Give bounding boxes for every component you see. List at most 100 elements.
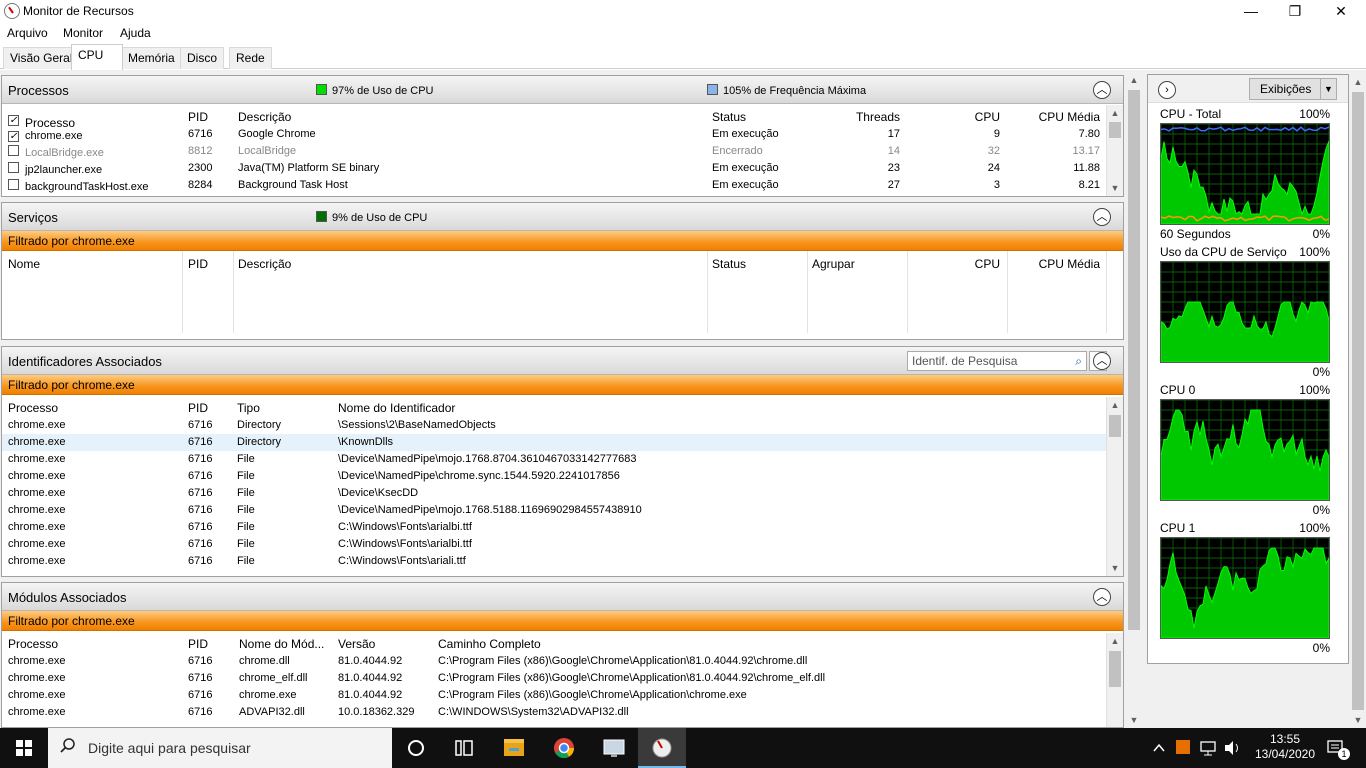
column-processo[interactable]: Processo bbox=[8, 637, 58, 651]
close-button[interactable]: ✕ bbox=[1318, 0, 1364, 22]
modules-header[interactable]: Módulos Associados ︿ bbox=[2, 583, 1123, 611]
minimize-button[interactable]: — bbox=[1228, 0, 1274, 22]
network-icon[interactable] bbox=[1198, 728, 1218, 768]
scroll-thumb[interactable] bbox=[1352, 92, 1364, 710]
task-view-icon[interactable] bbox=[440, 728, 488, 768]
menu-arquivo[interactable]: Arquivo bbox=[7, 26, 48, 40]
process-row[interactable]: backgroundTaskHost.exe 8284 Background Tas… bbox=[2, 177, 1123, 194]
tab-memoria[interactable]: Memória bbox=[121, 47, 182, 69]
maximize-button[interactable]: ❐ bbox=[1272, 0, 1318, 22]
handle-row[interactable]: chrome.exe 6716 File C:\Windows\Fonts\arial… bbox=[2, 519, 1123, 536]
handle-row[interactable]: chrome.exe 6716 Directory \KnownDlls bbox=[2, 434, 1123, 451]
cortana-icon[interactable] bbox=[392, 728, 440, 768]
module-row[interactable]: chrome.exe 6716 chrome.exe 81.0.4044.92 C:\P… bbox=[2, 687, 1123, 704]
column-cpu-media[interactable]: CPU Média bbox=[1008, 257, 1100, 271]
process-row[interactable]: jp2launcher.exe 2300 Java(TM) Platform SE … bbox=[2, 160, 1123, 177]
handle-row[interactable]: chrome.exe 6716 File \Device\KsecDD bbox=[2, 485, 1123, 502]
scroll-down-icon[interactable]: ▼ bbox=[1107, 180, 1123, 196]
tab-rede[interactable]: Rede bbox=[229, 47, 272, 69]
search-icon[interactable]: ⌕ bbox=[1075, 352, 1082, 370]
column-status[interactable]: Status bbox=[712, 257, 746, 271]
handles-header[interactable]: Identificadores Associados Identif. de P… bbox=[2, 347, 1123, 375]
module-row[interactable]: chrome.exe 6716 chrome_elf.dll 81.0.4044.92… bbox=[2, 670, 1123, 687]
collapse-up-icon[interactable]: ︿ bbox=[1093, 588, 1111, 606]
scroll-down-icon[interactable]: ▼ bbox=[1350, 712, 1366, 728]
processes-header[interactable]: Processos 97% de Uso de CPU 105% de Freq… bbox=[2, 76, 1123, 104]
tab-disco[interactable]: Disco bbox=[180, 47, 225, 69]
processes-scrollbar[interactable]: ▲ ▼ bbox=[1106, 105, 1123, 196]
side-scrollbar[interactable]: ▲ ▼ bbox=[1350, 74, 1366, 728]
column-caminho[interactable]: Caminho Completo bbox=[438, 637, 541, 651]
column-status[interactable]: Status bbox=[712, 110, 746, 124]
scroll-thumb[interactable] bbox=[1128, 90, 1140, 630]
column-pid[interactable]: PID bbox=[188, 637, 208, 651]
handle-row[interactable]: chrome.exe 6716 File \Device\NamedPipe\mojo… bbox=[2, 451, 1123, 468]
start-button[interactable] bbox=[0, 728, 48, 768]
handles-scrollbar[interactable]: ▲ ▼ bbox=[1106, 397, 1123, 576]
menu-ajuda[interactable]: Ajuda bbox=[120, 26, 151, 40]
column-threads[interactable]: Threads bbox=[808, 110, 900, 124]
java-update-icon[interactable] bbox=[1174, 728, 1192, 768]
notification-center-icon[interactable]: 1 bbox=[1322, 728, 1352, 768]
column-cpu[interactable]: CPU bbox=[908, 257, 1000, 271]
scroll-thumb[interactable] bbox=[1109, 415, 1121, 437]
resource-monitor-taskbar-icon[interactable] bbox=[638, 728, 686, 768]
system-clock[interactable]: 13:55 13/04/2020 bbox=[1252, 732, 1318, 762]
checkbox-icon[interactable] bbox=[8, 179, 19, 190]
column-agrupar[interactable]: Agrupar bbox=[812, 257, 855, 271]
scroll-down-icon[interactable]: ▼ bbox=[1126, 712, 1142, 728]
collapse-up-icon[interactable]: ︿ bbox=[1093, 352, 1111, 370]
scroll-up-icon[interactable]: ▲ bbox=[1350, 74, 1366, 90]
scroll-thumb[interactable] bbox=[1109, 651, 1121, 687]
checkbox-icon[interactable] bbox=[8, 145, 19, 156]
process-row[interactable]: LocalBridge.exe 8812 LocalBridge Encerrado 1… bbox=[2, 143, 1123, 160]
handle-row[interactable]: chrome.exe 6716 File \Device\NamedPipe\chro… bbox=[2, 468, 1123, 485]
column-processo[interactable]: Processo bbox=[8, 401, 58, 415]
column-cpu[interactable]: CPU bbox=[908, 110, 1000, 124]
handle-row[interactable]: chrome.exe 6716 File C:\Windows\Fonts\arial… bbox=[2, 536, 1123, 553]
process-name[interactable]: LocalBridge.exe bbox=[8, 145, 104, 159]
column-pid[interactable]: PID bbox=[188, 401, 208, 415]
handles-search-input[interactable]: Identif. de Pesquisa ⌕ bbox=[907, 351, 1087, 371]
handle-row[interactable]: chrome.exe 6716 Directory \Sessions\2\BaseN… bbox=[2, 417, 1123, 434]
chrome-icon[interactable] bbox=[540, 728, 588, 768]
checkbox-icon[interactable]: ✓ bbox=[8, 131, 19, 142]
scroll-thumb[interactable] bbox=[1109, 122, 1121, 138]
chevron-up-icon[interactable] bbox=[1150, 728, 1168, 768]
column-versao[interactable]: Versão bbox=[338, 637, 375, 651]
process-name[interactable]: backgroundTaskHost.exe bbox=[8, 179, 149, 193]
column-pid[interactable]: PID bbox=[188, 257, 208, 271]
tab-cpu[interactable]: CPU bbox=[71, 44, 123, 70]
scroll-up-icon[interactable]: ▲ bbox=[1126, 72, 1142, 88]
main-scrollbar[interactable]: ▲ ▼ bbox=[1126, 72, 1142, 728]
column-cpu-media[interactable]: CPU Média bbox=[1008, 110, 1100, 124]
column-pid[interactable]: PID bbox=[188, 110, 208, 124]
file-explorer-icon[interactable] bbox=[490, 728, 538, 768]
scroll-up-icon[interactable]: ▲ bbox=[1107, 105, 1123, 121]
column-tipo[interactable]: Tipo bbox=[237, 401, 260, 415]
services-header[interactable]: Serviços 9% de Uso de CPU ︿ bbox=[2, 203, 1123, 231]
handle-row[interactable]: chrome.exe 6716 File \Device\NamedPipe\mojo… bbox=[2, 502, 1123, 519]
checkbox-icon[interactable]: ✓ bbox=[8, 115, 19, 126]
process-row[interactable]: ✓ chrome.exe 6716 Google Chrome Em execução 1… bbox=[2, 126, 1123, 143]
handle-row[interactable]: chrome.exe 6716 File C:\Windows\Fonts\arial… bbox=[2, 553, 1123, 570]
process-name[interactable]: ✓ chrome.exe bbox=[8, 128, 82, 142]
checkbox-icon[interactable] bbox=[8, 162, 19, 173]
process-name[interactable]: jp2launcher.exe bbox=[8, 162, 102, 176]
remote-desktop-icon[interactable] bbox=[590, 728, 638, 768]
menu-monitor[interactable]: Monitor bbox=[63, 26, 103, 40]
volume-icon[interactable] bbox=[1222, 728, 1242, 768]
column-nome-identificador[interactable]: Nome do Identificador bbox=[338, 401, 455, 415]
scroll-up-icon[interactable]: ▲ bbox=[1107, 633, 1123, 649]
column-descricao[interactable]: Descrição bbox=[238, 110, 291, 124]
column-descricao[interactable]: Descrição bbox=[238, 257, 291, 271]
scroll-down-icon[interactable]: ▼ bbox=[1107, 560, 1123, 576]
tab-visao-geral[interactable]: Visão Geral bbox=[3, 47, 80, 69]
column-nome-modulo[interactable]: Nome do Mód... bbox=[239, 637, 324, 651]
collapse-up-icon[interactable]: ︿ bbox=[1093, 208, 1111, 226]
taskbar-search-box[interactable]: Digite aqui para pesquisar bbox=[48, 728, 392, 768]
scroll-up-icon[interactable]: ▲ bbox=[1107, 397, 1123, 413]
dropdown-arrow-icon[interactable]: ▼ bbox=[1320, 79, 1336, 99]
column-processo[interactable]: ✓ Processo bbox=[8, 110, 75, 130]
modules-scrollbar[interactable]: ▲ bbox=[1106, 633, 1123, 727]
